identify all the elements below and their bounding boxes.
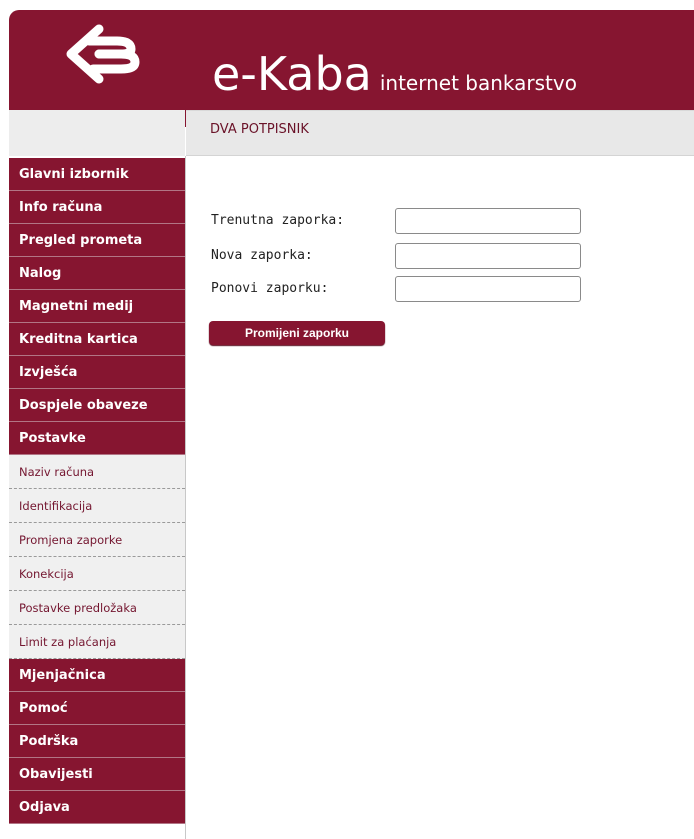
sidebar-menu: Glavni izbornik Info računa Pregled prom… [9, 158, 185, 824]
sidebar-item-pregled-prometa[interactable]: Pregled prometa [9, 224, 185, 257]
logged-in-user-name: DVA POTPISNIK [210, 122, 309, 137]
repeat-password-label: Ponovi zaporku: [211, 281, 329, 296]
new-password-row: Nova zaporka: [211, 242, 591, 269]
submenu-item-identifikacija[interactable]: Identifikacija [9, 489, 185, 523]
submenu-item-naziv-racuna[interactable]: Naziv računa [9, 455, 185, 489]
change-password-button[interactable]: Promijeni zaporku [209, 321, 385, 345]
current-password-row: Trenutna zaporka: [211, 207, 591, 234]
brand-name: e-Kaba [212, 47, 372, 101]
sidebar-item-podrska[interactable]: Podrška [9, 725, 185, 758]
sidebar-item-info-racuna[interactable]: Info računa [9, 191, 185, 224]
brand-tagline: internet bankarstvo [379, 71, 577, 95]
sidebar-item-izvjesca[interactable]: Izvješća [9, 356, 185, 389]
new-password-label: Nova zaporka: [211, 248, 313, 263]
repeat-password-input[interactable] [395, 276, 581, 302]
submenu-item-promjena-zaporke[interactable]: Promjena zaporke [9, 523, 185, 557]
subheader-bar: DVA POTPISNIK [186, 110, 694, 156]
sidebar-item-glavni-izbornik[interactable]: Glavni izbornik [9, 158, 185, 191]
sidebar-item-odjava[interactable]: Odjava [9, 791, 185, 824]
subheader-left-panel [9, 110, 185, 156]
content-divider [185, 156, 186, 839]
sidebar-item-nalog[interactable]: Nalog [9, 257, 185, 290]
current-password-label: Trenutna zaporka: [211, 213, 345, 228]
bank-logo-icon [66, 24, 140, 84]
sidebar-item-magnetni-medij[interactable]: Magnetni medij [9, 290, 185, 323]
sidebar-item-pomoc[interactable]: Pomoć [9, 692, 185, 725]
sidebar-item-dospjele-obaveze[interactable]: Dospjele obaveze [9, 389, 185, 422]
new-password-input[interactable] [395, 243, 581, 269]
sidebar-item-obavijesti[interactable]: Obavijesti [9, 758, 185, 791]
brand-title: e-Kaba internet bankarstvo [212, 44, 577, 104]
submenu-item-limit-za-placanja[interactable]: Limit za plaćanja [9, 625, 185, 659]
repeat-password-row: Ponovi zaporku: [211, 275, 591, 302]
sidebar-item-mjenjacnica[interactable]: Mjenjačnica [9, 659, 185, 692]
current-password-input[interactable] [395, 208, 581, 234]
sidebar-item-kreditna-kartica[interactable]: Kreditna kartica [9, 323, 185, 356]
submenu-item-konekcija[interactable]: Konekcija [9, 557, 185, 591]
sidebar-item-postavke[interactable]: Postavke [9, 422, 185, 455]
submenu-item-postavke-predlozaka[interactable]: Postavke predložaka [9, 591, 185, 625]
